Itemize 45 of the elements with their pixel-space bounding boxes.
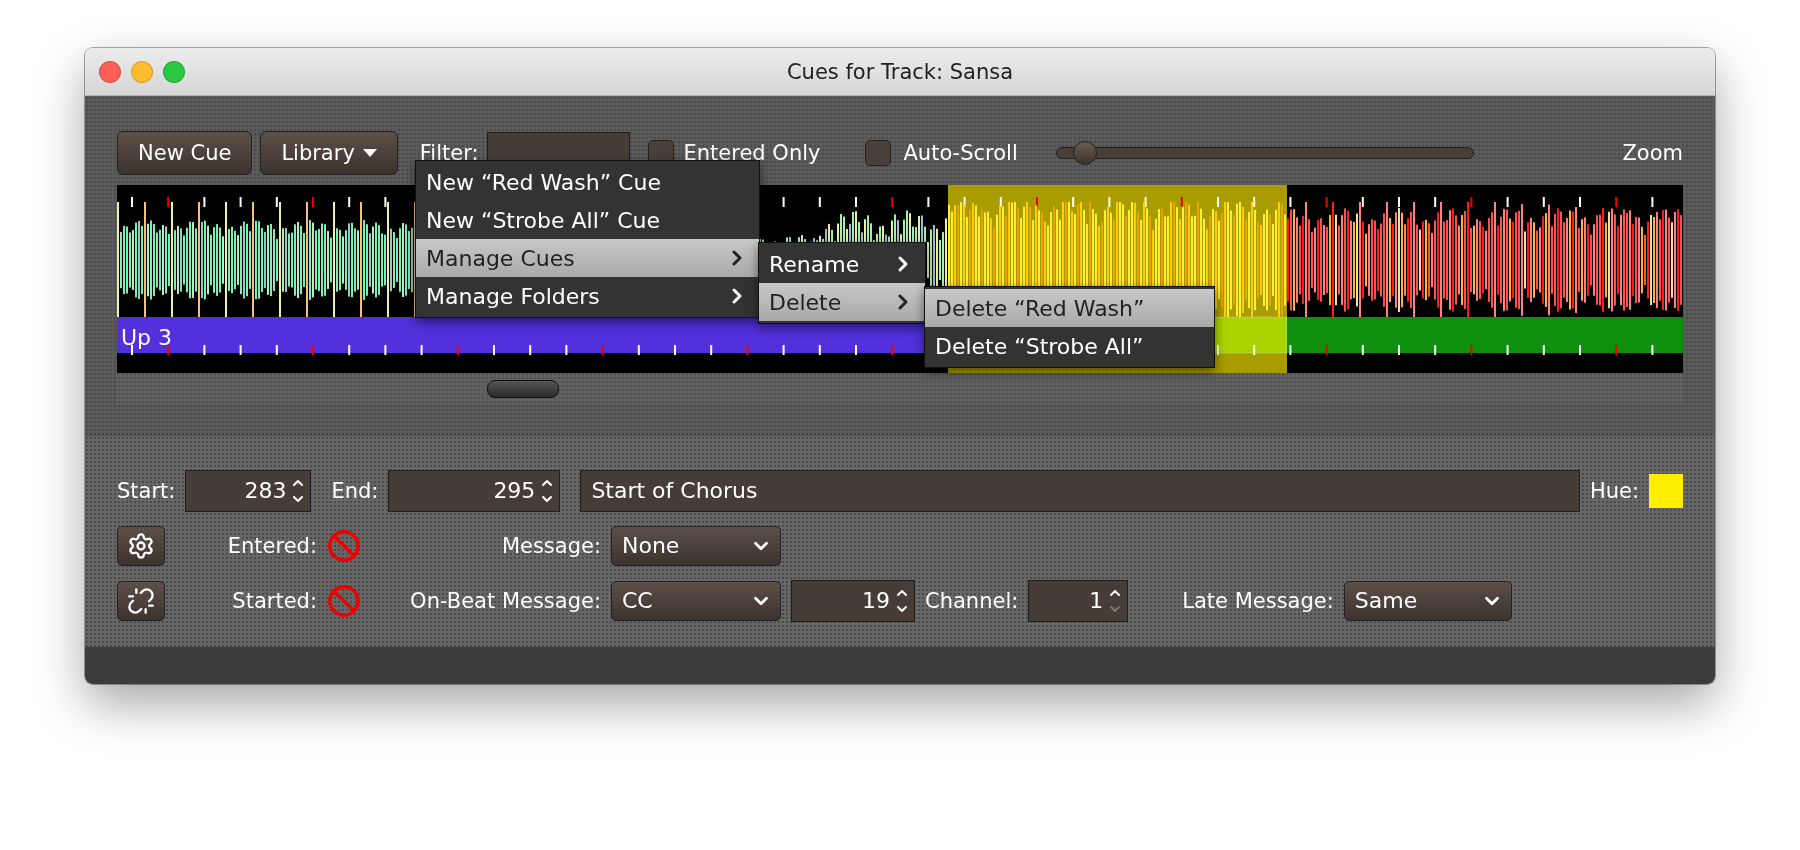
channel-label: Channel: [925,588,1019,613]
menu-item[interactable]: Delete “Red Wash” [925,289,1214,327]
slider-label: Zoom [1622,141,1683,165]
entered-label: Entered: [226,533,317,558]
caret-icon [362,149,377,157]
menu-item[interactable]: Delete [759,283,925,321]
dropdown[interactable]: None [611,525,781,566]
gear-icon [127,531,155,560]
end-label: End: [331,478,379,503]
dropdown[interactable]: CC [611,580,781,621]
checkbox-label: Entered Only [683,141,821,165]
window-title: Cues for Track: Sansa [785,59,1015,84]
number-spinner[interactable]: 283 [185,469,312,512]
filter-label: Filter: [419,141,479,165]
on-beat-message-label: On-Beat Message: [409,588,601,613]
zoom-slider[interactable] [1055,140,1474,166]
unlink-button[interactable] [117,580,165,621]
settings-button[interactable] [117,525,165,566]
scrollbar-thumb[interactable] [487,380,559,398]
close-button[interactable] [99,61,121,83]
slider-thumb[interactable] [1072,141,1097,165]
number-spinner[interactable]: 1 [1028,579,1129,622]
number-spinner[interactable]: 19 [791,579,915,622]
broken-link-icon [127,586,155,615]
menu-item[interactable]: New “Red Wash” Cue [416,163,759,201]
message-label: Message: [500,533,601,558]
cue-label: Up 3 [121,325,173,350]
menu-item[interactable]: Manage Cues [416,239,759,277]
new-cue-button[interactable]: New Cue [117,131,253,175]
menu-item[interactable]: New “Strobe All” Cue [416,201,759,239]
start-label: Start: [117,478,176,503]
zoom-button[interactable] [163,61,185,83]
number-spinner[interactable]: 295 [388,469,561,512]
checkbox-label: Auto-Scroll [903,141,1018,165]
hue-swatch[interactable] [1649,473,1683,508]
started-label: Started: [231,588,317,613]
menu-item[interactable]: Delete “Strobe All” [925,327,1214,365]
dropdown[interactable]: Same [1343,580,1512,621]
late-message-label: Late Message: [1182,588,1334,613]
menu-item[interactable]: Rename [759,245,925,283]
comment-field[interactable]: Start of Chorus [580,469,1580,512]
library-button[interactable]: Library [260,131,398,175]
checkbox[interactable] [865,140,892,166]
menu-item[interactable]: Manage Folders [416,277,759,315]
hue-label: Hue: [1589,478,1639,503]
